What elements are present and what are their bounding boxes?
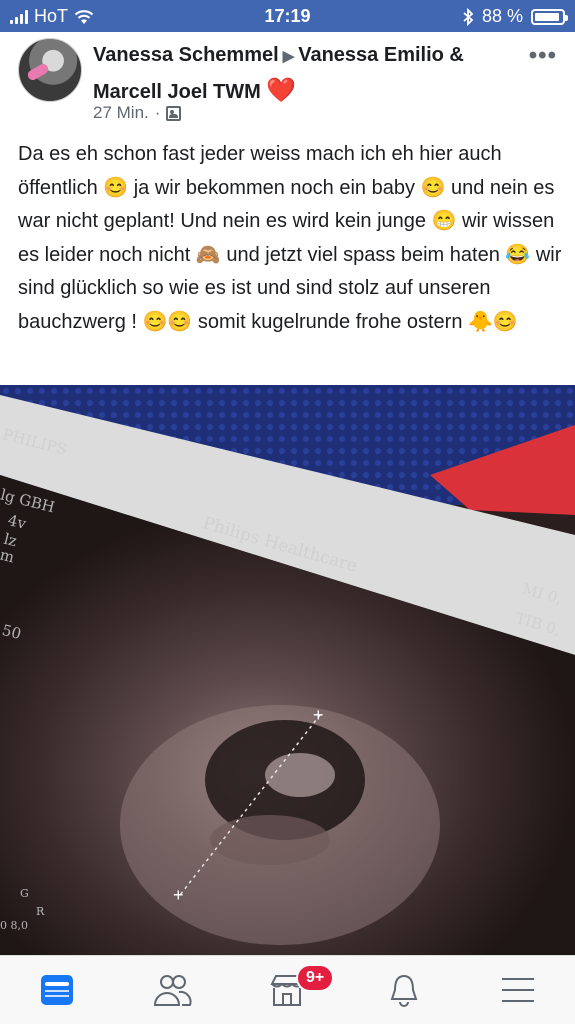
bottom-tab-bar: 9+ (0, 955, 575, 1024)
svg-text:+: + (173, 885, 184, 905)
tab-news-feed[interactable] (35, 968, 79, 1012)
friends-icon (153, 975, 192, 1006)
photo-bottom-label-3: 0 8,0 (0, 919, 28, 932)
marketplace-badge: 9+ (296, 964, 335, 992)
status-right: 88 % (462, 6, 568, 27)
notifications-icon (390, 974, 418, 1007)
post-header-names: Vanessa Schemmel ▶ Vanessa Emilio & Marcel… (93, 38, 513, 109)
news-feed-icon (41, 975, 73, 1005)
battery-percent: 88 % (481, 6, 523, 26)
menu-icon (502, 978, 534, 1002)
post-photo[interactable]: + + PHILIPS Philips Healthcare lg GBH 4v… (0, 385, 575, 955)
tab-notifications[interactable] (382, 968, 426, 1012)
tab-friends[interactable] (150, 968, 194, 1012)
author-name[interactable]: Vanessa Schemmel (93, 44, 279, 66)
author-avatar[interactable] (18, 38, 82, 102)
group-icon (166, 105, 182, 121)
meta-separator: · (154, 103, 161, 122)
photo-bottom-label-2: R (36, 905, 45, 918)
post-time[interactable]: 27 Min. (93, 103, 149, 123)
post-text: Da es eh schon fast jeder weiss mach ich… (18, 143, 562, 333)
bluetooth-icon (463, 7, 474, 26)
photo-bottom-label-1: G (20, 887, 29, 900)
status-bar: HoT 17:19 88 % (0, 0, 575, 32)
ultrasound-image: + + (0, 385, 575, 955)
share-arrow-icon: ▶ (282, 48, 295, 65)
tab-menu[interactable] (496, 968, 540, 1012)
svg-text:+: + (313, 705, 324, 725)
battery-icon (531, 8, 568, 25)
post-meta: 27 Min. · (93, 103, 182, 123)
heart-emoji: ❤️ (266, 77, 297, 104)
more-options-icon[interactable]: ••• (529, 42, 557, 70)
